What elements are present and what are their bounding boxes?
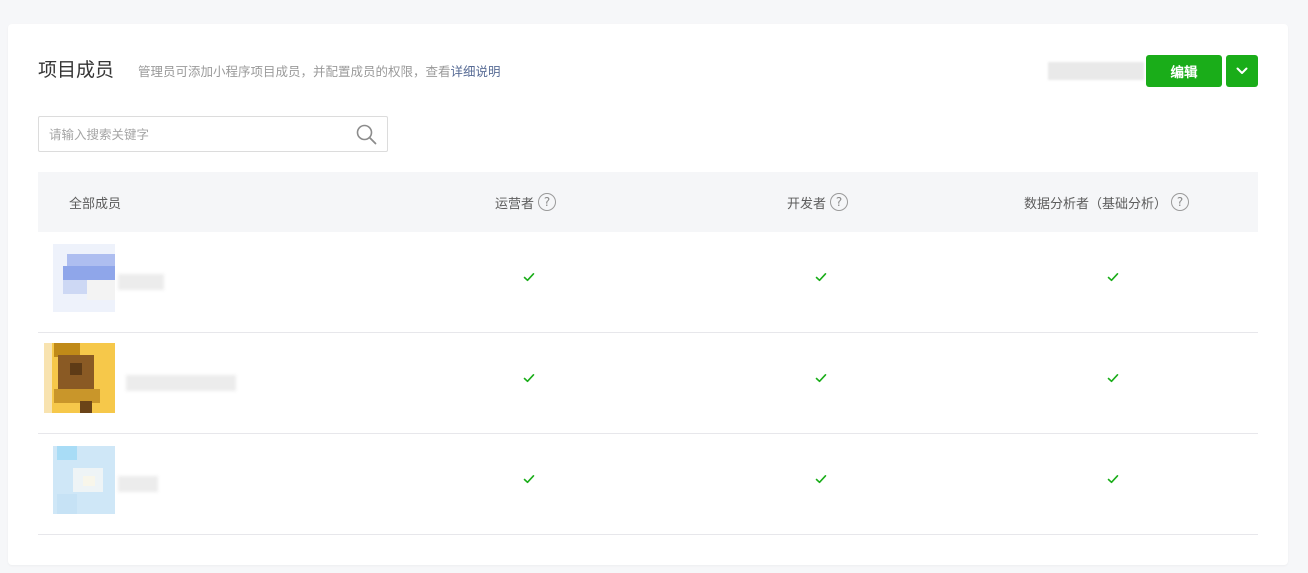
column-all-members: 全部成员: [69, 172, 121, 232]
check-icon: [814, 270, 828, 284]
edit-dropdown-button[interactable]: [1226, 55, 1258, 87]
member-name-redacted: [118, 274, 164, 290]
check-icon: [522, 472, 536, 486]
search-input[interactable]: [49, 117, 349, 151]
member-name-redacted: [118, 476, 158, 492]
details-link[interactable]: 详细说明: [451, 64, 501, 79]
table-row: [38, 232, 1258, 333]
check-icon: [814, 371, 828, 385]
avatar: [53, 446, 115, 514]
description-text: 管理员可添加小程序项目成员，并配置成员的权限，查看: [138, 64, 451, 79]
page-title: 项目成员: [38, 59, 115, 81]
edit-button[interactable]: 编辑: [1146, 55, 1222, 87]
search-box: [38, 116, 388, 152]
chevron-down-icon: [1236, 67, 1248, 74]
avatar: [44, 343, 115, 413]
check-icon: [1106, 270, 1120, 284]
help-icon[interactable]: ?: [830, 193, 849, 211]
check-icon: [522, 371, 536, 385]
column-analyst: 数据分析者（基础分析） ?: [1024, 172, 1190, 232]
column-label: 开发者: [787, 196, 827, 212]
check-icon: [1106, 472, 1120, 486]
column-label: 运营者: [495, 196, 535, 212]
page-description: 管理员可添加小程序项目成员，并配置成员的权限，查看详细说明: [138, 64, 501, 80]
column-label: 全部成员: [69, 196, 122, 212]
help-icon[interactable]: ?: [1171, 193, 1190, 211]
table-header: 全部成员 运营者 ? 开发者 ? 数据分析者（基础分析） ?: [38, 172, 1258, 232]
column-label: 数据分析者（基础分析）: [1024, 196, 1168, 212]
check-icon: [814, 472, 828, 486]
members-card: 项目成员 管理员可添加小程序项目成员，并配置成员的权限，查看详细说明 编辑 全部…: [8, 24, 1288, 565]
member-name-redacted: [126, 375, 236, 391]
help-icon[interactable]: ?: [538, 193, 557, 211]
check-icon: [1106, 371, 1120, 385]
search-icon[interactable]: [356, 124, 377, 149]
redacted-text: [1048, 62, 1144, 80]
check-icon: [522, 270, 536, 284]
avatar: [53, 244, 115, 312]
column-operator: 运营者 ?: [495, 172, 557, 232]
table-row: [38, 333, 1258, 434]
table-row: [38, 434, 1258, 535]
column-developer: 开发者 ?: [787, 172, 849, 232]
